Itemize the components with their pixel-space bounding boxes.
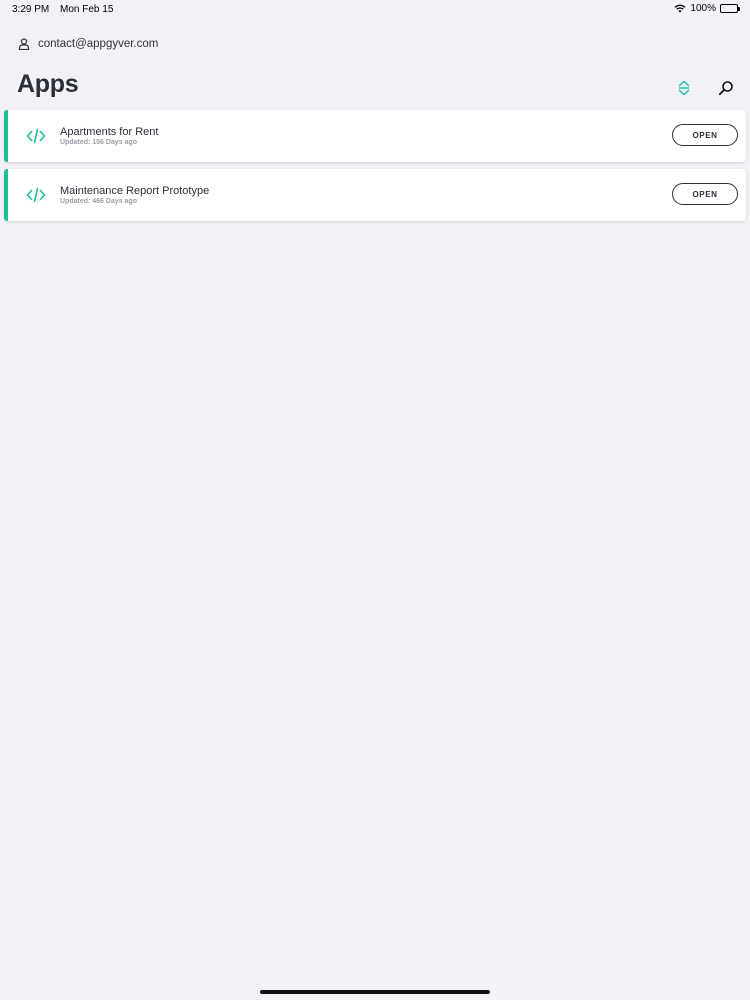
app-updated: Updated: 156 Days ago [60,139,138,146]
header-actions [674,78,736,98]
status-right: 100% [674,3,740,14]
app-card-maintenance-report-prototype[interactable]: Maintenance Report Prototype Updated: 46… [4,169,746,221]
app-card-accent [4,169,8,221]
app-list: Apartments for Rent Updated: 156 Days ag… [4,110,746,228]
open-button[interactable]: OPEN [672,183,738,205]
home-indicator[interactable] [260,990,490,994]
app-name: Apartments for Rent [60,126,159,138]
app-card-accent [4,110,8,162]
status-time: 3:29 PM [12,4,50,15]
sort-icon [678,80,690,96]
user-icon [18,38,30,50]
code-icon [26,187,46,203]
status-date: Mon Feb 15 [60,4,114,15]
battery-percentage: 100% [690,3,716,14]
app-name: Maintenance Report Prototype [60,185,210,197]
page-title: Apps [17,70,79,98]
app-updated: Updated: 466 Days ago [60,198,138,205]
search-icon [718,81,733,96]
code-icon [26,128,46,144]
app-card-apartments-for-rent[interactable]: Apartments for Rent Updated: 156 Days ag… [4,110,746,162]
status-bar: 3:29 PM Mon Feb 15 100% [0,0,750,20]
search-button[interactable] [716,78,736,98]
wifi-icon [674,4,686,13]
status-left: 3:29 PM Mon Feb 15 [12,4,121,15]
account-email: contact@appgyver.com [38,38,159,50]
app-screen: 3:29 PM Mon Feb 15 100% contact@appgyver… [0,0,750,1000]
open-button[interactable]: OPEN [672,124,738,146]
account-row[interactable]: contact@appgyver.com [18,36,158,52]
battery-icon [720,4,740,13]
sort-button[interactable] [674,78,694,98]
